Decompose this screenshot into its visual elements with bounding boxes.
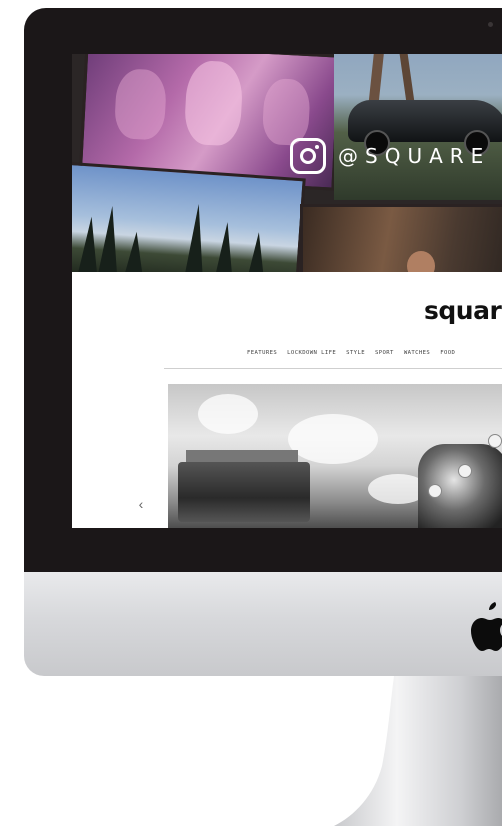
- nav-divider: [164, 368, 502, 369]
- monitor-chin: [24, 572, 502, 676]
- featured-photo[interactable]: [168, 384, 502, 528]
- nav-item-lockdown-life[interactable]: LOCKDOWN LIFE: [287, 350, 336, 356]
- nav-item-style[interactable]: STYLE: [346, 350, 365, 356]
- site-logo[interactable]: square: [424, 296, 502, 325]
- nav-item-food[interactable]: FOOD: [440, 350, 455, 356]
- nav-item-watches[interactable]: WATCHES: [404, 350, 430, 356]
- monitor-stand: [334, 676, 502, 826]
- instagram-handle-link[interactable]: @SQUARE: [290, 134, 502, 178]
- instagram-icon[interactable]: [290, 138, 326, 174]
- main-navigation: FEATURES LOCKDOWN LIFE STYLE SPORT WATCH…: [247, 350, 455, 356]
- collage-tile-forest: [72, 161, 306, 272]
- apple-logo-icon: [471, 602, 502, 651]
- instagram-hero-collage[interactable]: @SQUARE: [72, 54, 502, 272]
- collage-tile-interior: [300, 204, 502, 272]
- camera-icon: [488, 22, 493, 27]
- instagram-handle[interactable]: @SQUARE: [338, 144, 490, 168]
- collage-tile-car: [334, 54, 502, 200]
- nav-item-sport[interactable]: SPORT: [375, 350, 394, 356]
- carousel-prev-button[interactable]: ‹: [134, 495, 148, 513]
- nav-item-features[interactable]: FEATURES: [247, 350, 277, 356]
- screen: @SQUARE square FEATURES LOCKDOWN LIFE ST…: [72, 54, 502, 528]
